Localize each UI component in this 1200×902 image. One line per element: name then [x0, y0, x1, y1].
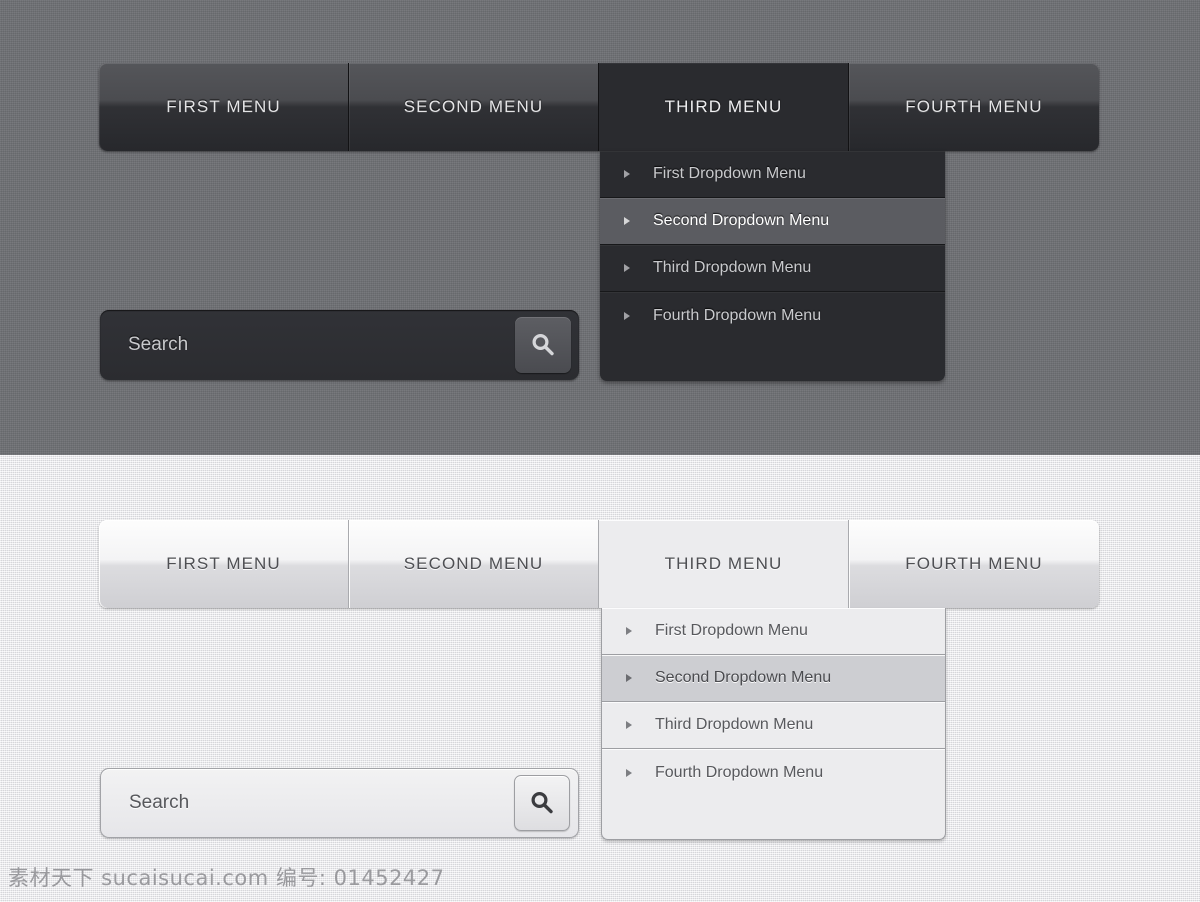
dark-tab-second-label: SECOND MENU [404, 97, 544, 117]
dark-dropdown-item-third-label: Third Dropdown Menu [653, 259, 811, 277]
dark-menubar: FIRST MENU SECOND MENU THIRD MENU FOURTH… [99, 63, 1099, 151]
dark-tab-first[interactable]: FIRST MENU [99, 63, 349, 151]
light-tab-first-label: FIRST MENU [166, 554, 281, 574]
triangle-right-icon [624, 312, 630, 320]
light-search-box [100, 768, 579, 838]
triangle-right-icon [624, 217, 630, 225]
light-search-input[interactable] [101, 791, 514, 815]
dark-tab-third[interactable]: THIRD MENU [599, 63, 849, 151]
light-dropdown-item-second[interactable]: Second Dropdown Menu [602, 655, 945, 702]
dark-tab-fourth-label: FOURTH MENU [905, 97, 1042, 117]
dark-dropdown-item-first-label: First Dropdown Menu [653, 165, 806, 183]
light-dropdown-item-first[interactable]: First Dropdown Menu [602, 608, 945, 655]
dark-tab-second[interactable]: SECOND MENU [349, 63, 599, 151]
triangle-right-icon [626, 674, 632, 682]
light-dropdown-panel: First Dropdown Menu Second Dropdown Menu… [601, 608, 946, 840]
light-dropdown-item-fourth-label: Fourth Dropdown Menu [655, 764, 823, 782]
dark-search-input[interactable] [100, 333, 515, 357]
light-tab-first[interactable]: FIRST MENU [99, 520, 349, 608]
triangle-right-icon [624, 264, 630, 272]
dark-search-button[interactable] [515, 317, 571, 373]
light-tab-second[interactable]: SECOND MENU [349, 520, 599, 608]
dark-dropdown-item-third[interactable]: Third Dropdown Menu [600, 245, 945, 292]
light-search-button[interactable] [514, 775, 570, 831]
dark-tab-third-label: THIRD MENU [665, 97, 783, 117]
light-dropdown-item-third[interactable]: Third Dropdown Menu [602, 702, 945, 749]
light-tab-third-label: THIRD MENU [665, 554, 783, 574]
light-menubar: FIRST MENU SECOND MENU THIRD MENU FOURTH… [99, 520, 1099, 608]
dark-search-box [100, 310, 579, 380]
dark-tab-first-label: FIRST MENU [166, 97, 281, 117]
dark-dropdown-item-second[interactable]: Second Dropdown Menu [600, 198, 945, 245]
light-tab-third[interactable]: THIRD MENU [599, 520, 849, 608]
dark-tab-fourth[interactable]: FOURTH MENU [849, 63, 1099, 151]
light-dropdown-item-fourth[interactable]: Fourth Dropdown Menu [602, 749, 945, 796]
light-dropdown-item-third-label: Third Dropdown Menu [655, 716, 813, 734]
search-icon [529, 331, 557, 359]
dark-dropdown-item-fourth[interactable]: Fourth Dropdown Menu [600, 292, 945, 339]
dark-dropdown-panel: First Dropdown Menu Second Dropdown Menu… [600, 151, 945, 381]
light-dropdown-item-second-label: Second Dropdown Menu [655, 669, 831, 687]
triangle-right-icon [626, 721, 632, 729]
light-tab-fourth[interactable]: FOURTH MENU [849, 520, 1099, 608]
triangle-right-icon [624, 170, 630, 178]
light-dropdown-item-first-label: First Dropdown Menu [655, 622, 808, 640]
watermark-text: 素材天下 sucaisucai.com 编号: 01452427 [8, 862, 445, 892]
triangle-right-icon [626, 627, 632, 635]
page-root: FIRST MENU SECOND MENU THIRD MENU FOURTH… [0, 0, 1200, 902]
triangle-right-icon [626, 769, 632, 777]
dark-dropdown-item-first[interactable]: First Dropdown Menu [600, 151, 945, 198]
dark-dropdown-item-second-label: Second Dropdown Menu [653, 212, 829, 230]
dark-dropdown-item-fourth-label: Fourth Dropdown Menu [653, 307, 821, 325]
light-tab-second-label: SECOND MENU [404, 554, 544, 574]
light-tab-fourth-label: FOURTH MENU [905, 554, 1042, 574]
search-icon [528, 789, 556, 817]
